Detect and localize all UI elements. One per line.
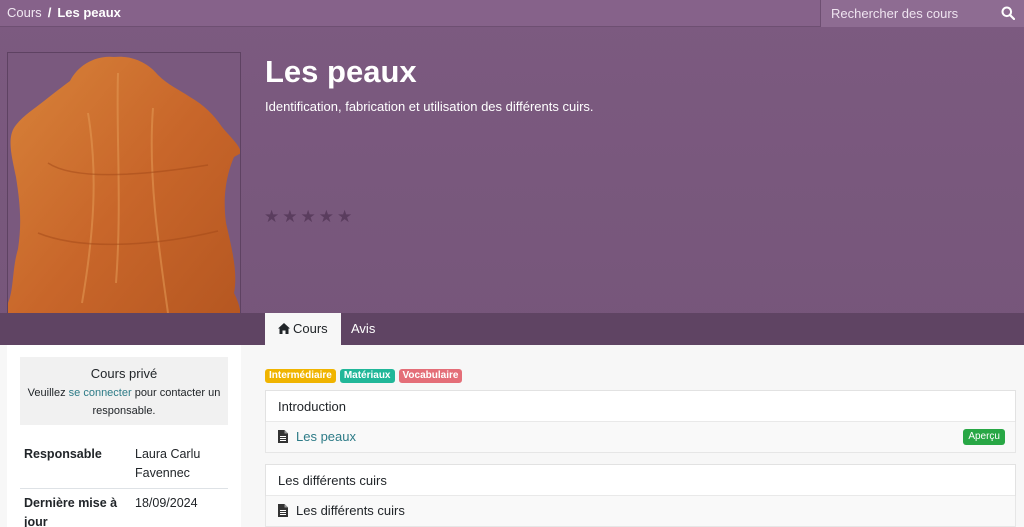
preview-badge: Aperçu [963, 429, 1005, 445]
star-icon: ★ [318, 207, 334, 226]
tab-cours-label: Cours [293, 321, 328, 336]
meta-value: 18/09/2024 [135, 496, 198, 510]
course-title: Les peaux [265, 54, 417, 89]
star-icon: ★ [337, 207, 353, 226]
lesson-title: Les différents cuirs [296, 503, 405, 518]
file-icon [278, 504, 288, 517]
tab-avis-label: Avis [351, 321, 376, 336]
search-input[interactable] [821, 0, 991, 27]
tag-badge[interactable]: Vocabulaire [398, 369, 463, 383]
lesson-link[interactable]: Les peaux [296, 429, 356, 444]
course-rating: ★ ★ ★ ★ ★ [264, 208, 352, 225]
course-subtitle: Identification, fabrication et utilisati… [265, 99, 594, 114]
meta-row: Responsable Laura Carlu Favennec [20, 440, 228, 489]
leather-hide-image [8, 56, 240, 344]
meta-row: Dernière mise à jour 18/09/2024 [20, 489, 228, 527]
meta-value: Laura Carlu Favennec [135, 447, 201, 480]
file-icon [278, 430, 288, 443]
star-icon: ★ [264, 207, 280, 226]
section-title: Introduction [266, 391, 1015, 422]
breadcrumb: Cours / Les peaux [7, 5, 121, 20]
tag-badge[interactable]: Intermédiaire [265, 369, 336, 383]
login-link[interactable]: se connecter [69, 387, 132, 399]
breadcrumb-root-link[interactable]: Cours [7, 5, 42, 20]
course-meta-table: Responsable Laura Carlu Favennec Dernièr… [20, 440, 228, 527]
search-icon[interactable] [1001, 6, 1015, 20]
private-course-text: Veuillez se connecter pour contacter un … [20, 384, 228, 420]
tab-bar [0, 313, 1024, 345]
tag-badge[interactable]: Matériaux [339, 369, 395, 383]
section-header: Les différents cuirs [265, 464, 1016, 497]
search-box [820, 0, 1024, 27]
breadcrumb-current: Les peaux [57, 5, 121, 20]
course-tags: Intermédiaire Matériaux Vocabulaire [265, 369, 463, 383]
meta-label: Dernière mise à jour [24, 496, 118, 527]
private-course-title: Cours privé [90, 366, 158, 381]
home-icon [278, 323, 290, 334]
tab-cours[interactable]: Cours [265, 313, 341, 345]
tab-avis[interactable]: Avis [338, 313, 388, 345]
lesson-item[interactable]: Les peaux Aperçu [265, 422, 1016, 453]
course-cover-image [7, 52, 241, 345]
top-bar: Cours / Les peaux [0, 0, 1024, 27]
breadcrumb-separator: / [47, 5, 52, 20]
section-header: Introduction [265, 390, 1016, 423]
private-course-box: Cours privé Veuillez se connecter pour c… [20, 357, 228, 425]
private-text-before: Veuillez [27, 387, 69, 399]
star-icon: ★ [300, 207, 316, 226]
section-title: Les différents cuirs [266, 465, 1015, 496]
star-icon: ★ [282, 207, 298, 226]
lesson-item[interactable]: Les différents cuirs [265, 496, 1016, 527]
meta-label: Responsable [24, 447, 102, 461]
